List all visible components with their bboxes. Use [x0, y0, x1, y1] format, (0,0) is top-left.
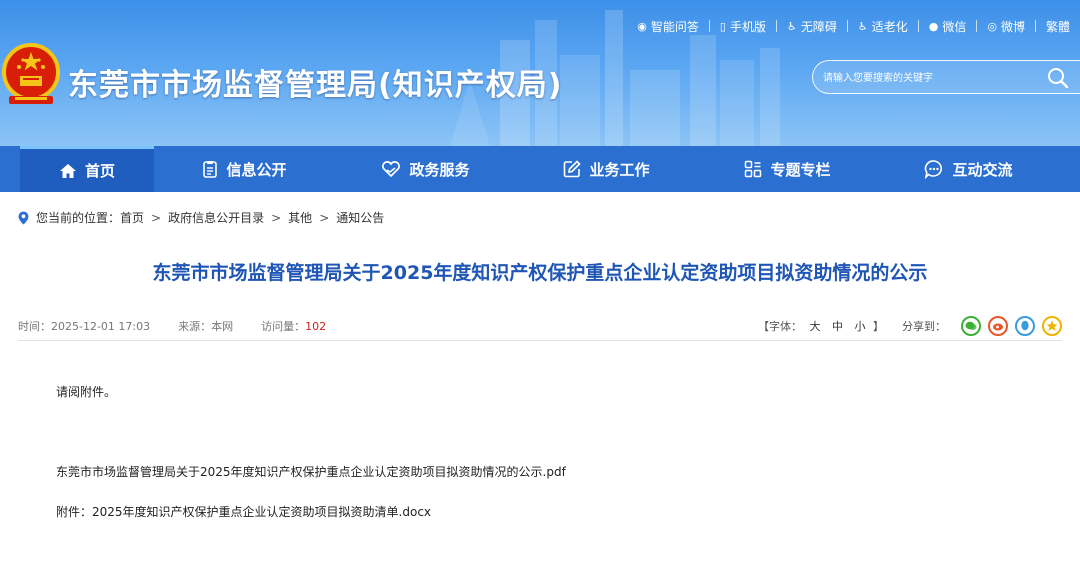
breadcrumb-separator: > — [319, 210, 330, 225]
article-body-text: 请阅附件。 — [56, 385, 117, 399]
site-title[interactable]: 东莞市市场监督管理局(知识产权局) — [68, 60, 562, 104]
search-input[interactable] — [823, 69, 1038, 87]
font-size-large[interactable]: 大 — [810, 320, 821, 333]
wechat-icon: ● — [928, 19, 939, 33]
mobile-icon: ▯ — [719, 19, 726, 33]
smart-qa-link[interactable]: ◉ 智能问答 — [627, 18, 709, 35]
edit-icon — [564, 160, 582, 178]
meta-source: 来源：本网 — [178, 320, 234, 333]
attachment-label: 附件： — [56, 505, 93, 519]
meta-info: 时间：2025-12-01 17:03 来源：本网 访问量：102 — [18, 318, 354, 334]
nav-item-business-work[interactable]: 业务工作 — [516, 146, 697, 192]
national-emblem-icon — [2, 43, 60, 104]
font-size-switcher: 【字体： 大 中 小 】 — [758, 320, 884, 333]
accessibility-link[interactable]: ♿ 无障碍 — [777, 18, 847, 35]
nav-item-special-topics[interactable]: 专题专栏 — [697, 146, 878, 192]
search-icon[interactable] — [1047, 67, 1069, 89]
share-label: 分享到： — [902, 320, 946, 333]
meta-divider — [18, 340, 1062, 341]
weibo-share-icon[interactable] — [988, 316, 1008, 336]
meta-time: 时间：2025-12-01 17:03 — [18, 320, 151, 333]
weibo-link[interactable]: ◎ 微博 — [977, 18, 1035, 35]
heart-hands-icon — [382, 161, 401, 177]
attachment-docx-line: 附件：2025年度知识产权保护重点企业认定资助项目拟资助清单.docx — [56, 503, 431, 520]
accessibility-icon: ♿ — [786, 19, 797, 33]
meta-tools: 【字体： 大 中 小 】 分享到： — [758, 316, 1062, 336]
visit-count: 102 — [305, 320, 327, 333]
home-icon — [59, 163, 76, 178]
article-meta: 时间：2025-12-01 17:03 来源：本网 访问量：102 【字体： 大… — [18, 316, 1062, 336]
nav-item-gov-services[interactable]: 政务服务 — [335, 146, 516, 192]
nav-item-info-disclosure[interactable]: 信息公开 — [154, 146, 335, 192]
grid-icon — [745, 160, 762, 178]
breadcrumb-separator: > — [151, 210, 162, 225]
wechat-share-icon[interactable] — [961, 316, 981, 336]
breadcrumb: 您当前的位置： 首页 > 政府信息公开目录 > 其他 > 通知公告 — [18, 209, 384, 226]
breadcrumb-separator: > — [271, 210, 282, 225]
search-box — [812, 60, 1080, 94]
font-size-small[interactable]: 小 — [855, 320, 866, 333]
breadcrumb-prefix: 您当前的位置： — [36, 211, 121, 225]
breadcrumb-gov-info-catalog[interactable]: 政府信息公开目录 — [168, 209, 264, 226]
traditional-chinese-link[interactable]: 繁體 — [1036, 18, 1080, 35]
breadcrumb-home[interactable]: 首页 — [120, 209, 144, 226]
qq-share-icon[interactable] — [1015, 316, 1035, 336]
document-icon — [203, 161, 218, 178]
elderly-mode-link[interactable]: ♿ 适老化 — [848, 18, 918, 35]
wechat-link[interactable]: ● 微信 — [919, 18, 977, 35]
elderly-icon: ♿ — [857, 19, 868, 33]
breadcrumb-other[interactable]: 其他 — [288, 209, 312, 226]
mobile-version-link[interactable]: ▯ 手机版 — [710, 18, 776, 35]
attachment-pdf-link[interactable]: 东莞市市场监督管理局关于2025年度知识产权保护重点企业认定资助项目拟资助情况的… — [56, 463, 566, 480]
top-links-bar: ◉ 智能问答 ▯ 手机版 ♿ 无障碍 ♿ 适老化 ● 微信 ◎ 微博 繁體 — [627, 15, 1080, 37]
location-pin-icon — [18, 211, 29, 224]
nav-item-interaction[interactable]: 互动交流 — [878, 146, 1059, 192]
font-size-medium[interactable]: 中 — [832, 320, 843, 333]
weibo-icon: ◎ — [987, 19, 997, 33]
qzone-share-icon[interactable] — [1042, 316, 1062, 336]
meta-visits: 访问量：102 — [261, 320, 327, 333]
article-title: 东莞市市场监督管理局关于2025年度知识产权保护重点企业认定资助项目拟资助情况的… — [152, 262, 928, 284]
chat-icon: ◉ — [637, 19, 647, 33]
speech-bubble-icon — [925, 160, 943, 179]
attachment-docx-link[interactable]: 2025年度知识产权保护重点企业认定资助项目拟资助清单.docx — [92, 505, 431, 519]
main-nav: 首页 信息公开 政务服务 业务工作 专题专栏 互动交流 — [0, 146, 1080, 192]
nav-item-home[interactable]: 首页 — [20, 146, 154, 192]
breadcrumb-notices[interactable]: 通知公告 — [336, 209, 384, 226]
header-banner: ◉ 智能问答 ▯ 手机版 ♿ 无障碍 ♿ 适老化 ● 微信 ◎ 微博 繁體 东莞… — [0, 0, 1080, 146]
